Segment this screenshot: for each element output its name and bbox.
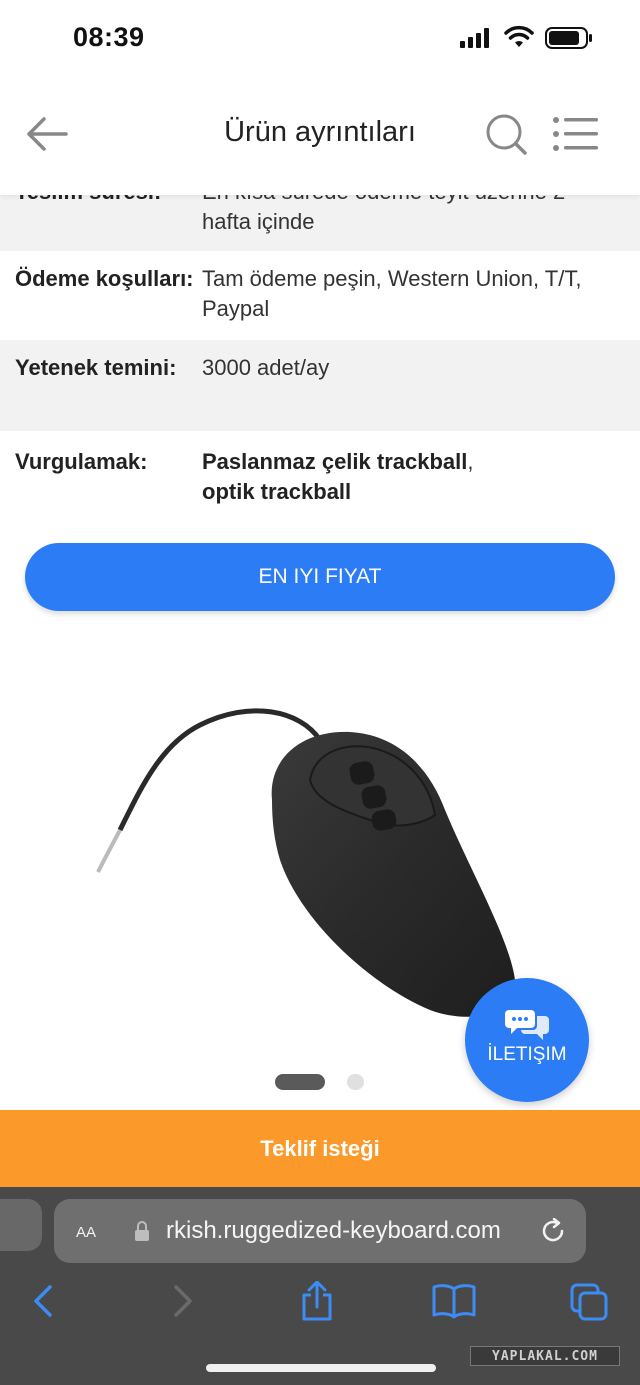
request-quote-button[interactable]: Teklif isteği bbox=[0, 1110, 640, 1187]
share-icon[interactable] bbox=[300, 1281, 334, 1321]
best-price-button[interactable]: EN IYI FIYAT bbox=[25, 543, 615, 611]
spec-label: Ödeme koşulları: bbox=[15, 266, 194, 291]
page-title: Ürün ayrıntıları bbox=[224, 116, 416, 148]
bookmarks-icon[interactable] bbox=[432, 1281, 476, 1321]
cellular-signal-icon bbox=[460, 28, 489, 48]
lock-icon bbox=[135, 1221, 149, 1241]
highlight-tag[interactable]: optik trackball bbox=[202, 479, 351, 504]
chat-bubbles-icon bbox=[505, 1010, 549, 1040]
carousel-dot-active[interactable] bbox=[275, 1074, 325, 1090]
menu-list-icon[interactable] bbox=[552, 114, 600, 154]
watermark-logo: YAPLAKAL.COM bbox=[470, 1346, 620, 1366]
wifi-icon bbox=[504, 25, 534, 47]
carousel-dot[interactable] bbox=[347, 1074, 364, 1090]
spec-row-supply: Yetenek temini: 3000 adet/ay bbox=[0, 340, 640, 431]
previous-tab-preview[interactable] bbox=[0, 1199, 42, 1251]
spec-value: 3000 adet/ay bbox=[202, 355, 330, 380]
browser-back-icon[interactable] bbox=[30, 1281, 56, 1321]
url-text: rkish.ruggedized-keyboard.com bbox=[166, 1217, 501, 1244]
spec-row-payment: Ödeme koşulları: Tam ödeme peşin, Wester… bbox=[0, 251, 640, 340]
reload-icon[interactable] bbox=[540, 1218, 566, 1244]
reader-options-button[interactable]: AA bbox=[76, 1219, 96, 1243]
address-bar[interactable]: AA rkish.ruggedized-keyboard.com bbox=[54, 1199, 586, 1263]
contact-label: İLETIŞIM bbox=[487, 1044, 567, 1065]
search-icon[interactable] bbox=[484, 112, 528, 156]
contact-button[interactable]: İLETIŞIM bbox=[465, 978, 589, 1102]
spec-label: Vurgulamak: bbox=[15, 449, 148, 474]
spec-row-highlight: Vurgulamak: Paslanmaz çelik trackball, op… bbox=[0, 431, 640, 529]
status-time: 08:39 bbox=[73, 22, 145, 52]
highlight-separator: , bbox=[467, 449, 474, 474]
highlight-tag[interactable]: Paslanmaz çelik trackball bbox=[202, 449, 467, 474]
battery-icon bbox=[545, 27, 592, 49]
home-indicator[interactable] bbox=[206, 1364, 436, 1372]
browser-forward-icon[interactable] bbox=[170, 1281, 196, 1321]
app-header: Ürün ayrıntıları bbox=[0, 78, 640, 195]
spec-label: Yetenek temini: bbox=[15, 355, 177, 380]
status-bar: 08:39 bbox=[0, 0, 640, 78]
spec-value: Paslanmaz çelik trackball, optik trackbal… bbox=[202, 447, 640, 529]
tabs-icon[interactable] bbox=[570, 1281, 608, 1321]
spec-value: Tam ödeme peşin, Western Union, T/T, Pay… bbox=[202, 266, 582, 321]
spec-table: Teslim süresi: En kısa sürede ödeme teyi… bbox=[0, 165, 640, 529]
